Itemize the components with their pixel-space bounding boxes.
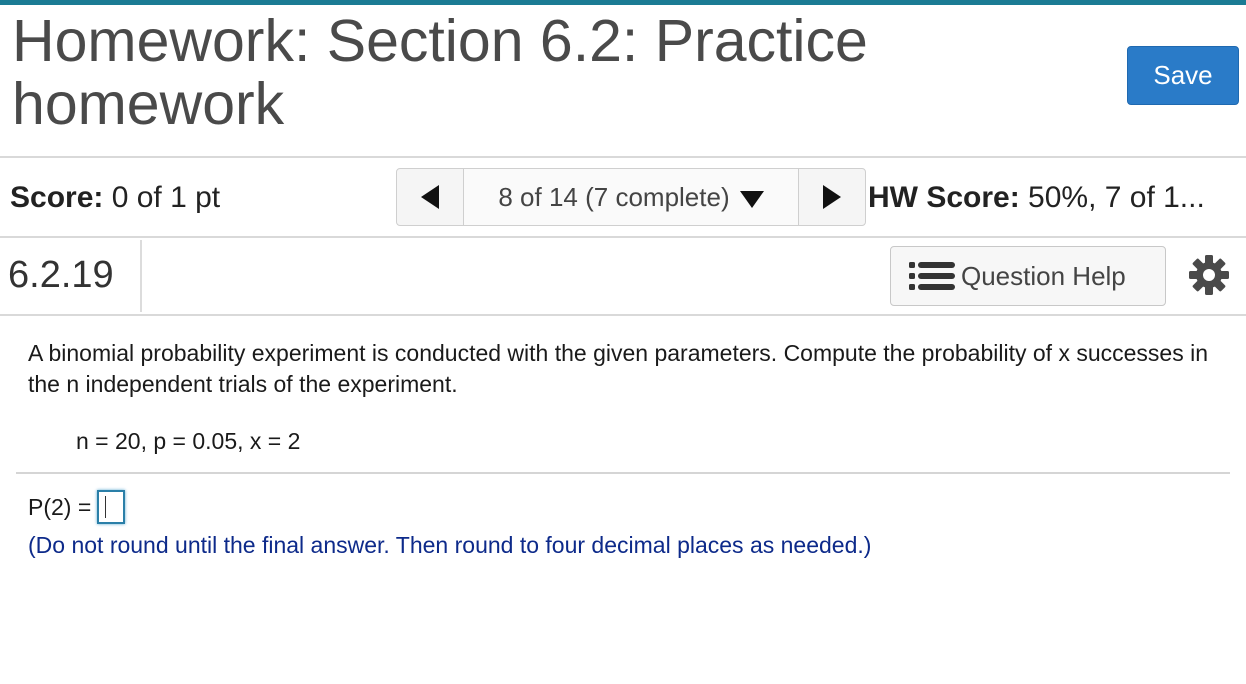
question-parameters: n = 20, p = 0.05, x = 2 — [76, 428, 301, 454]
next-question-button[interactable] — [798, 169, 865, 225]
divider — [16, 472, 1230, 474]
question-help-label: Question Help — [961, 260, 1126, 291]
score-value: 0 of 1 pt — [103, 181, 221, 214]
divider — [0, 314, 1246, 316]
save-button[interactable]: Save — [1127, 46, 1239, 105]
triangle-left-icon — [421, 185, 439, 209]
answer-row: P(2) = — [28, 490, 126, 524]
triangle-right-icon — [823, 185, 841, 209]
gear-icon[interactable] — [1188, 254, 1230, 296]
triangle-down-icon — [739, 190, 764, 208]
rounding-instruction: (Do not round until the final answer. Th… — [28, 532, 872, 558]
previous-question-button[interactable] — [397, 169, 464, 225]
question-help-button[interactable]: Question Help — [890, 246, 1166, 306]
divider — [0, 236, 1246, 238]
divider — [0, 156, 1246, 158]
question-select-dropdown[interactable]: 8 of 14 (7 complete) — [464, 169, 798, 225]
answer-label: P(2) = — [28, 493, 92, 520]
list-icon — [909, 262, 955, 290]
page-title: Homework: Section 6.2: Practice homework — [12, 8, 868, 137]
top-accent-bar — [0, 0, 1246, 5]
vertical-divider — [140, 240, 142, 312]
answer-input[interactable] — [97, 490, 126, 524]
score-display: Score: 0 of 1 pt — [10, 181, 220, 215]
hw-score-display: HW Score: 50%, 7 of 1... — [868, 181, 1205, 215]
hw-score-label: HW Score: — [868, 181, 1020, 214]
hw-score-value: 50%, 7 of 1... — [1019, 181, 1205, 214]
text-cursor — [105, 496, 107, 518]
question-prompt: A binomial probability experiment is con… — [28, 340, 1208, 397]
score-label: Score: — [10, 181, 104, 214]
question-number: 6.2.19 — [8, 254, 114, 296]
question-position: 8 of 14 (7 complete) — [498, 181, 730, 212]
question-navigator: 8 of 14 (7 complete) — [396, 168, 866, 226]
